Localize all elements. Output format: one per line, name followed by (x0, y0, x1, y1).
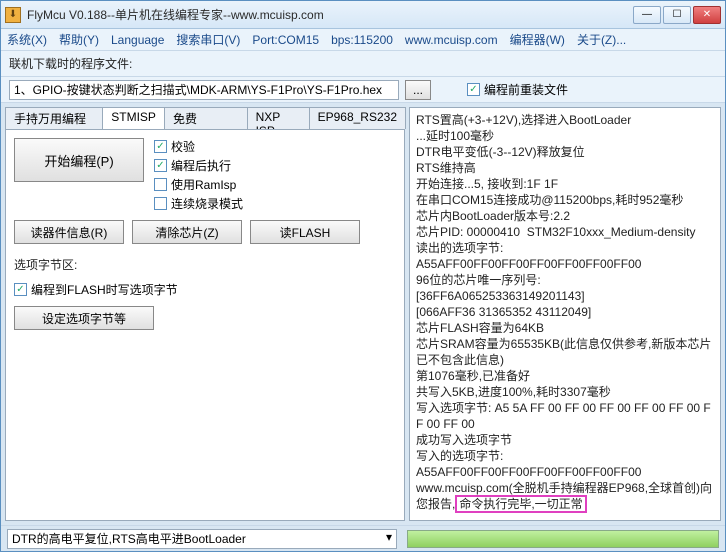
log-line: 96位的芯片唯一序列号: (416, 272, 714, 288)
set-option-button[interactable]: 设定选项字节等 (14, 306, 154, 330)
log-line: ...延时100毫秒 (416, 128, 714, 144)
log-line: 共写入5KB,进度100%,耗时3307毫秒 (416, 384, 714, 400)
menu-help[interactable]: 帮助(Y) (59, 31, 99, 48)
log-line: 开始连接...5, 接收到:1F 1F (416, 176, 714, 192)
log-output[interactable]: RTS置高(+3-+12V),选择进入BootLoader...延时100毫秒D… (409, 107, 721, 521)
cont-checkbox[interactable] (154, 197, 167, 210)
run-after-label: 编程后执行 (171, 157, 231, 174)
run-after-checkbox[interactable]: ✓ (154, 159, 167, 172)
log-line: [36FF6A065253363149201143] (416, 288, 714, 304)
log-line: DTR电平变低(-3--12V)释放复位 (416, 144, 714, 160)
read-flash-button[interactable]: 读FLASH (250, 220, 360, 244)
menu-language[interactable]: Language (111, 33, 164, 47)
file-label: 联机下载时的程序文件: (9, 55, 132, 72)
log-line: RTS维持高 (416, 160, 714, 176)
body: 手持万用编程器 STMISP 免费STMIAP NXP ISP EP968_RS… (1, 103, 725, 525)
menu-search-port[interactable]: 搜索串口(V) (176, 31, 240, 48)
menu-site[interactable]: www.mcuisp.com (405, 33, 498, 47)
menu-bps[interactable]: bps:115200 (331, 33, 393, 47)
tabs: 手持万用编程器 STMISP 免费STMIAP NXP ISP EP968_RS… (5, 107, 405, 129)
erase-button[interactable]: 清除芯片(Z) (132, 220, 242, 244)
log-line-final: www.mcuisp.com(全脱机手持编程器EP968,全球首创)向您报告,命… (416, 480, 714, 512)
log-line: 读出的选项字节: (416, 240, 714, 256)
ramisp-label: 使用RamIsp (171, 176, 236, 193)
menu-port[interactable]: Port:COM15 (252, 33, 319, 47)
progress-bar (407, 530, 719, 548)
cont-label: 连续烧录模式 (171, 195, 243, 212)
file-path-input[interactable]: 1、GPIO-按键状态判断之扫描式\MDK-ARM\YS-F1Pro\YS-F1… (9, 80, 399, 100)
write-opt-label: 编程到FLASH时写选项字节 (31, 281, 178, 298)
reload-label: 编程前重装文件 (484, 81, 568, 98)
maximize-button[interactable]: ☐ (663, 6, 691, 24)
browse-button[interactable]: ... (405, 80, 431, 100)
file-row: 联机下载时的程序文件: (1, 51, 725, 77)
ramisp-checkbox[interactable] (154, 178, 167, 191)
tab-ep968[interactable]: EP968_RS232 (309, 107, 406, 129)
log-line: 在串口COM15连接成功@115200bps,耗时952毫秒 (416, 192, 714, 208)
log-line: 第1076毫秒,已准备好 (416, 368, 714, 384)
titlebar: ⬇ FlyMcu V0.188--单片机在线编程专家--www.mcuisp.c… (1, 1, 725, 29)
tab-nxpisp[interactable]: NXP ISP (247, 107, 310, 129)
app-window: ⬇ FlyMcu V0.188--单片机在线编程专家--www.mcuisp.c… (0, 0, 726, 552)
right-pane: RTS置高(+3-+12V),选择进入BootLoader...延时100毫秒D… (409, 107, 721, 521)
menu-about[interactable]: 关于(Z)... (577, 31, 626, 48)
option-section-label: 选项字节区: (14, 256, 396, 273)
log-line: 写入的选项字节: (416, 448, 714, 464)
menu-system[interactable]: 系统(X) (7, 31, 47, 48)
verify-checkbox[interactable]: ✓ (154, 140, 167, 153)
file-row-2: 1、GPIO-按键状态判断之扫描式\MDK-ARM\YS-F1Pro\YS-F1… (1, 77, 725, 103)
write-opt-checkbox[interactable]: ✓ (14, 283, 27, 296)
log-line: 芯片PID: 00000410 STM32F10xxx_Medium-densi… (416, 224, 714, 240)
footer: DTR的高电平复位,RTS高电平进BootLoader ▾ (1, 525, 725, 551)
menu-programmer[interactable]: 编程器(W) (510, 31, 565, 48)
tab-body: 开始编程(P) ✓ 校验 ✓ 编程后执行 使用RamIsp 连续烧录模式 读器件信息… (5, 129, 405, 521)
read-info-button[interactable]: 读器件信息(R) (14, 220, 124, 244)
log-line: 成功写入选项字节 (416, 432, 714, 448)
left-pane: 手持万用编程器 STMISP 免费STMIAP NXP ISP EP968_RS… (5, 107, 405, 521)
log-line: 写入选项字节: A5 5A FF 00 FF 00 FF 00 FF 00 FF… (416, 400, 714, 432)
log-line: [066AFF36 31365352 43112049] (416, 304, 714, 320)
log-line: A55AFF00FF00FF00FF00FF00FF00FF00 (416, 464, 714, 480)
tab-handheld[interactable]: 手持万用编程器 (5, 107, 103, 129)
tab-stmiap[interactable]: 免费STMIAP (164, 107, 248, 129)
log-line: 芯片内BootLoader版本号:2.2 (416, 208, 714, 224)
minimize-button[interactable]: — (633, 6, 661, 24)
log-line: 芯片SRAM容量为65535KB(此信息仅供参考,新版本芯片已不包含此信息) (416, 336, 714, 368)
log-line: RTS置高(+3-+12V),选择进入BootLoader (416, 112, 714, 128)
reset-mode-combo[interactable]: DTR的高电平复位,RTS高电平进BootLoader ▾ (7, 529, 397, 549)
verify-label: 校验 (171, 138, 195, 155)
log-line: A55AFF00FF00FF00FF00FF00FF00FF00 (416, 256, 714, 272)
window-title: FlyMcu V0.188--单片机在线编程专家--www.mcuisp.com (27, 6, 633, 23)
menubar: 系统(X) 帮助(Y) Language 搜索串口(V) Port:COM15 … (1, 29, 725, 51)
reload-checkbox[interactable]: ✓ (467, 83, 480, 96)
start-program-button[interactable]: 开始编程(P) (14, 138, 144, 182)
log-line: 芯片FLASH容量为64KB (416, 320, 714, 336)
app-icon: ⬇ (5, 7, 21, 23)
tab-stmisp[interactable]: STMISP (102, 107, 165, 129)
close-button[interactable]: ✕ (693, 6, 721, 24)
